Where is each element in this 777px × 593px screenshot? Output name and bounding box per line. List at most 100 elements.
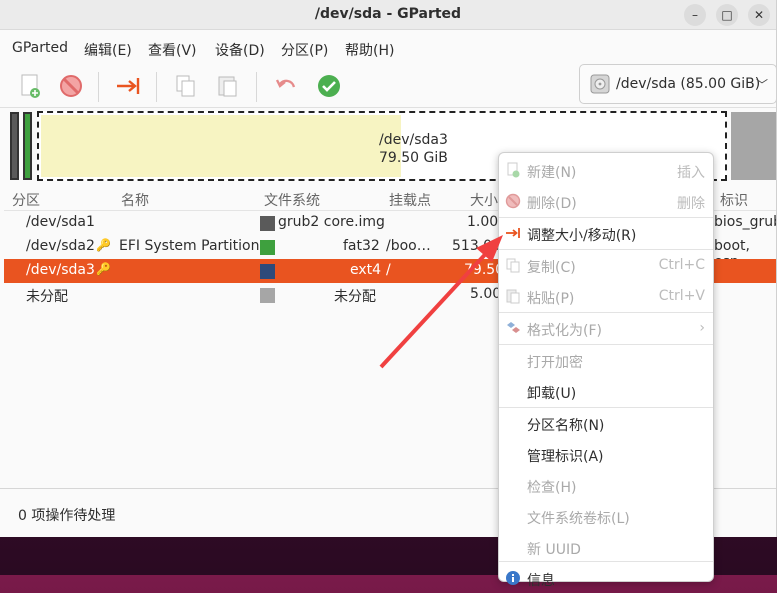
window-title: /dev/sda - GParted	[314, 6, 462, 22]
partition-used-space	[41, 115, 401, 177]
new-partition-icon[interactable]	[16, 72, 44, 100]
partition-block-size: 79.50 GiB	[379, 150, 448, 166]
menu-item-open-encryption[interactable]: 打开加密	[499, 345, 713, 375]
hard-disk-icon	[590, 74, 610, 94]
resize-move-icon[interactable]	[114, 72, 142, 100]
row-filesystem: fat32	[343, 238, 380, 254]
menu-item-label: 管理标识(A)	[527, 449, 604, 465]
menu-item-manage-flags[interactable]: 管理标识(A)	[499, 439, 713, 469]
chevron-down-icon: ﹀	[755, 78, 768, 92]
minimize-button[interactable]: –	[684, 4, 706, 26]
menu-partition[interactable]: 分区(P)	[281, 40, 328, 60]
menu-item-label: 新 UUID	[527, 542, 581, 558]
row-size: 1.00	[467, 214, 499, 230]
menu-item-new-uuid[interactable]: 新 UUID	[499, 532, 713, 562]
resize-move-icon	[506, 228, 520, 238]
row-partition: /dev/sda1	[26, 214, 95, 230]
menu-item-resize-move[interactable]: 调整大小/移动(R)	[499, 218, 713, 248]
column-header-flags[interactable]: 标识	[720, 190, 748, 210]
chevron-right-icon: ›	[699, 320, 705, 336]
menu-item-label: 调整大小/移动(R)	[527, 228, 637, 244]
toolbar-separator	[98, 72, 99, 102]
info-icon	[506, 571, 520, 585]
menu-item-copy[interactable]: 复制(C) Ctrl+C	[499, 250, 713, 280]
device-selector[interactable]: /dev/sda (85.00 GiB) ﹀	[579, 64, 776, 104]
row-filesystem: 未分配	[334, 289, 376, 305]
row-name: EFI System Partition	[119, 238, 260, 254]
menu-item-check[interactable]: 检查(H)	[499, 470, 713, 500]
title-bar[interactable]: /dev/sda - GParted – □ ✕	[0, 0, 776, 30]
menu-bar: GParted 编辑(E) 查看(V) 设备(D) 分区(P) 帮助(H)	[0, 34, 776, 62]
menu-item-accel: Ctrl+V	[658, 288, 705, 304]
menu-item-label: 分区名称(N)	[527, 418, 605, 434]
row-partition: 未分配	[26, 289, 68, 305]
filesystem-color-swatch	[260, 264, 275, 279]
partition-block-label: /dev/sda3 79.50 GiB	[379, 131, 448, 167]
delete-icon[interactable]	[57, 72, 85, 100]
menu-item-format[interactable]: 格式化为(F) ›	[499, 313, 713, 343]
toolbar-separator	[256, 72, 257, 102]
menu-help[interactable]: 帮助(H)	[345, 40, 394, 60]
column-header-mountpoint[interactable]: 挂载点	[389, 190, 431, 210]
row-size: 5.00	[470, 286, 502, 302]
delete-icon	[505, 193, 521, 209]
row-size: 513.00	[452, 238, 501, 254]
partition-block-sda1[interactable]	[10, 112, 19, 180]
menu-item-label: 删除(D)	[527, 196, 577, 212]
partition-block-unallocated[interactable]	[731, 112, 776, 180]
toolbar-separator	[156, 72, 157, 102]
menu-item-paste[interactable]: 粘贴(P) Ctrl+V	[499, 281, 713, 311]
key-icon: 🔑	[96, 238, 111, 252]
copy-icon	[506, 258, 520, 273]
menu-item-filesystem-label[interactable]: 文件系统卷标(L)	[499, 501, 713, 531]
row-partition: /dev/sda3	[26, 262, 95, 278]
close-button[interactable]: ✕	[748, 4, 770, 26]
menu-item-label: 信息	[527, 573, 555, 589]
menu-item-label: 新建(N)	[527, 165, 577, 181]
menu-item-new[interactable]: 新建(N) 插入	[499, 155, 713, 185]
menu-item-partition-name[interactable]: 分区名称(N)	[499, 408, 713, 438]
menu-item-label: 打开加密	[527, 355, 583, 371]
device-selector-value: /dev/sda (85.00 GiB)	[616, 76, 761, 92]
copy-icon[interactable]	[172, 72, 200, 100]
format-icon	[507, 322, 520, 333]
column-header-partition[interactable]: 分区	[12, 190, 40, 210]
menu-item-accel: Ctrl+C	[658, 257, 705, 273]
menu-view[interactable]: 查看(V)	[148, 40, 197, 60]
row-mountpoint: /	[386, 262, 391, 278]
menu-separator	[499, 561, 713, 562]
new-partition-icon	[507, 162, 520, 178]
column-header-size[interactable]: 大小	[470, 190, 498, 210]
menu-item-accel: 插入	[677, 165, 705, 181]
menu-item-label: 检查(H)	[527, 480, 577, 496]
partition-block-name: /dev/sda3	[379, 132, 448, 148]
undo-icon[interactable]	[272, 72, 300, 100]
menu-item-label: 粘贴(P)	[527, 291, 575, 307]
row-flags: bios_grub	[714, 214, 777, 230]
column-header-name[interactable]: 名称	[121, 190, 149, 210]
menu-item-label: 格式化为(F)	[527, 323, 602, 339]
menu-device[interactable]: 设备(D)	[215, 40, 265, 60]
menu-item-information[interactable]: 信息	[499, 563, 713, 593]
row-mountpoint: /boo…	[386, 238, 431, 254]
menu-item-label: 卸载(U)	[527, 386, 577, 402]
apply-icon[interactable]	[315, 72, 343, 100]
paste-icon[interactable]	[214, 72, 242, 100]
filesystem-color-swatch	[260, 240, 275, 255]
partition-block-sda2[interactable]	[23, 112, 32, 180]
menu-item-label: 复制(C)	[527, 260, 576, 276]
row-filesystem: ext4	[350, 262, 382, 278]
menu-gparted[interactable]: GParted	[12, 40, 68, 56]
context-menu: 新建(N) 插入 删除(D) 删除 调整大小/移动(R) 复制(C) Ctrl+…	[498, 152, 714, 589]
menu-item-accel: 删除	[677, 196, 705, 212]
menu-item-label: 文件系统卷标(L)	[527, 511, 630, 527]
column-header-filesystem[interactable]: 文件系统	[264, 190, 320, 210]
menu-item-unmount[interactable]: 卸载(U)	[499, 376, 713, 406]
filesystem-color-swatch	[260, 288, 275, 303]
key-icon: 🔑	[96, 262, 111, 276]
menu-edit[interactable]: 编辑(E)	[84, 40, 132, 60]
menu-item-delete[interactable]: 删除(D) 删除	[499, 186, 713, 216]
maximize-button[interactable]: □	[716, 4, 738, 26]
pending-operations-status: 0 项操作待处理	[18, 508, 116, 524]
row-partition: /dev/sda2	[26, 238, 95, 254]
